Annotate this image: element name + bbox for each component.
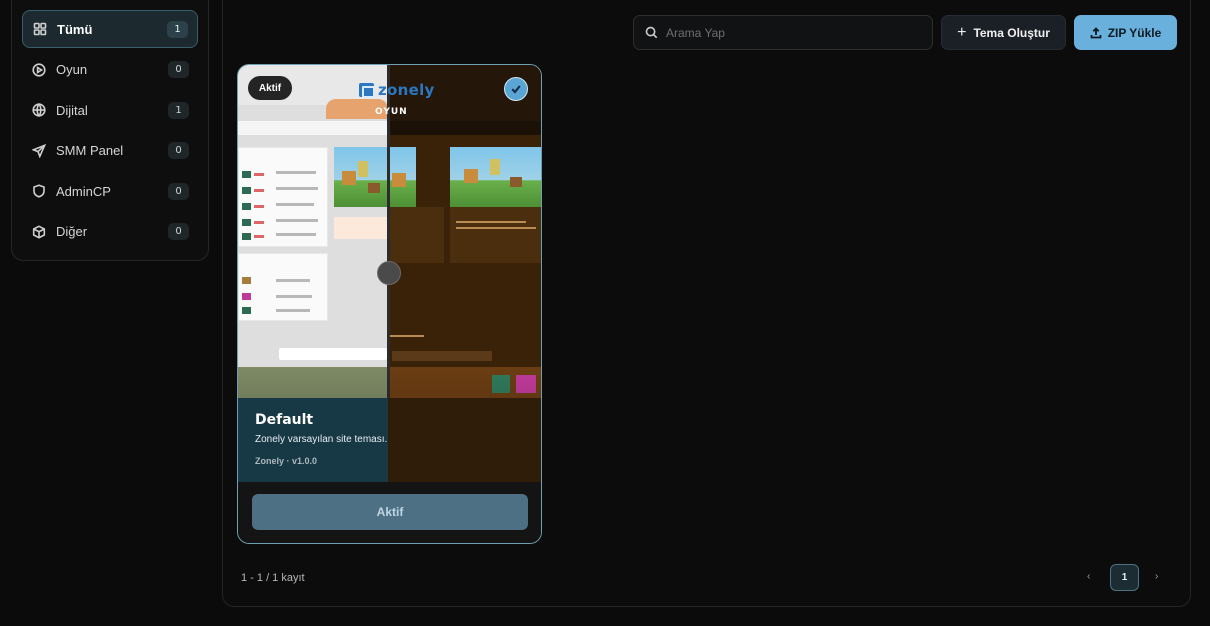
grid-icon [33,22,47,36]
search-box[interactable] [633,15,933,50]
count-badge: 0 [168,182,189,200]
theme-title: Default [255,412,314,428]
theme-card[interactable]: zonely OYUN Aktif Default Zonely varsayı… [237,64,542,544]
count-badge: 1 [168,101,189,119]
theme-preview-image: zonely OYUN Aktif [238,65,541,398]
search-input[interactable] [666,25,916,40]
theme-info: Default Zonely varsayılan site teması. Z… [238,398,541,482]
dark-mode-preview [388,65,541,398]
selected-check-icon [504,77,528,101]
sidebar-item-label: Diğer [56,224,88,240]
count-badge: 0 [168,61,189,79]
upload-icon [1090,26,1102,38]
sidebar-item-label: SMM Panel [56,143,124,159]
pagination-next-button[interactable]: › [1155,571,1158,582]
compare-slider-handle[interactable] [377,261,401,285]
brand-logo: zonely [359,81,435,99]
shield-icon [32,184,46,199]
sidebar-item-label: Dijital [56,102,88,118]
sidebar-item-admincp[interactable]: AdminCP 0 [22,172,198,210]
upload-zip-label: ZIP Yükle [1107,25,1162,40]
preview-heading: OYUN [375,107,408,117]
sidebar-item-label: Oyun [56,62,88,78]
count-badge: 0 [168,142,189,160]
sidebar-item-diger[interactable]: Diğer 0 [22,213,198,251]
brand-name: zonely [378,81,435,99]
cube-icon [32,225,46,239]
sidebar-item-label: Tümü [57,21,93,37]
count-badge: 1 [167,20,188,38]
active-badge: Aktif [248,76,292,100]
theme-description: Zonely varsayılan site teması. [255,434,388,445]
sidebar-item-smm-panel[interactable]: SMM Panel 0 [22,132,198,170]
globe-icon [32,103,46,118]
pagination-page-1[interactable]: 1 [1110,564,1139,591]
create-theme-label: Tema Oluştur [973,25,1050,40]
plus-icon: + [957,23,967,41]
sidebar-item-oyun[interactable]: Oyun 0 [22,51,198,89]
light-mode-preview [238,65,388,398]
activate-button[interactable]: Aktif [252,494,528,530]
category-sidebar: Tümü 1 Oyun 0 Dijital 1 SMM Panel 0 Admi… [11,0,209,261]
pagination-prev-button[interactable]: ‹ [1087,571,1090,582]
send-icon [32,143,46,158]
themes-panel: + Tema Oluştur ZIP Yükle [222,0,1191,607]
theme-card-footer: Aktif [238,482,541,543]
upload-zip-button[interactable]: ZIP Yükle [1074,15,1177,50]
theme-meta: Zonely · v1.0.0 [255,456,318,466]
records-count: 1 - 1 / 1 kayıt [241,572,305,584]
search-icon [645,26,658,39]
sidebar-item-tumu[interactable]: Tümü 1 [22,10,198,48]
create-theme-button[interactable]: + Tema Oluştur [941,15,1066,50]
play-circle-icon [32,62,46,77]
sidebar-item-label: AdminCP [56,183,111,199]
sidebar-item-dijital[interactable]: Dijital 1 [22,91,198,129]
count-badge: 0 [168,223,189,241]
logo-icon [359,83,375,98]
